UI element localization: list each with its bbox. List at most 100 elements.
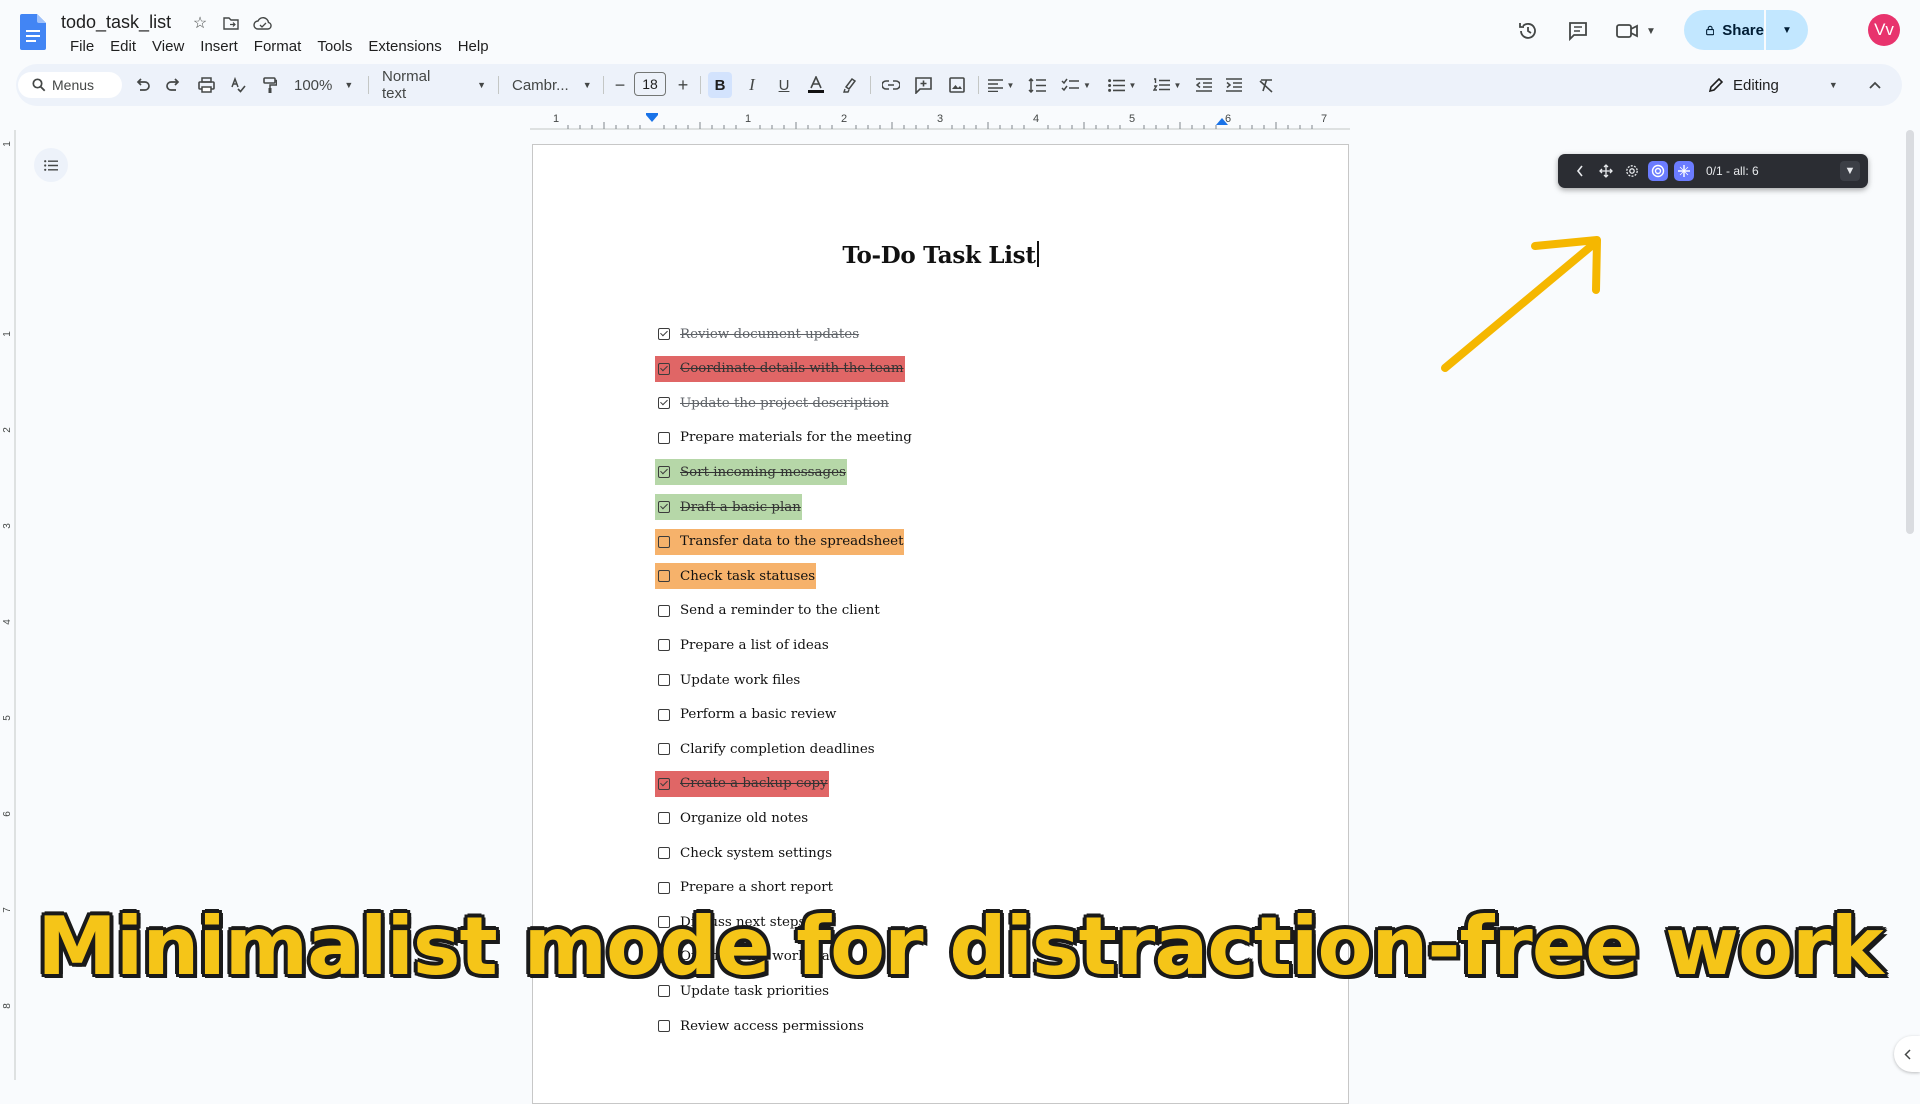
menu-tools[interactable]: Tools [309,36,360,57]
version-history-icon[interactable] [1513,16,1543,46]
chevron-left-icon[interactable] [1570,161,1590,181]
checkbox-checked[interactable] [658,777,670,790]
task-item[interactable]: Organize old notes [655,805,809,831]
font-select[interactable]: Cambr... ▼ [512,72,592,98]
menu-bar: File Edit View Insert Format Tools Exten… [62,36,497,57]
task-item[interactable]: Review document updates [655,321,860,347]
bulleted-list-menu[interactable]: ▼ [1104,72,1140,98]
task-item[interactable]: Coordinate details with the team [655,355,905,382]
decrease-indent-icon[interactable] [1192,72,1216,98]
share-options-button[interactable]: ▼ [1766,25,1808,36]
move-icon[interactable] [1596,161,1616,181]
left-indent-marker[interactable] [646,115,658,122]
task-item[interactable]: Perform a basic review [655,702,837,728]
docs-logo-icon[interactable] [20,14,46,50]
checkbox-checked[interactable] [658,397,670,410]
align-menu[interactable]: ▼ [984,72,1018,98]
redo-icon[interactable] [162,72,184,98]
settings-gear-icon[interactable] [1622,161,1642,181]
share-button[interactable]: Share ▼ [1684,10,1808,50]
italic-icon[interactable]: I [740,72,764,98]
move-folder-icon[interactable] [221,13,241,33]
zoom-select[interactable]: 100% ▼ [294,72,358,98]
task-item[interactable]: Prepare a list of ideas [655,632,830,658]
task-item[interactable]: Check system settings [655,840,833,866]
document-title[interactable]: todo_task_list [61,12,171,33]
menu-format[interactable]: Format [246,36,310,57]
task-item[interactable]: Update the project description [655,390,890,416]
vertical-scrollbar[interactable] [1906,130,1914,534]
spellcheck-icon[interactable] [226,72,250,98]
checkbox[interactable] [658,604,670,617]
menu-extensions[interactable]: Extensions [360,36,449,57]
underline-icon[interactable]: U [772,72,796,98]
increase-indent-icon[interactable] [1222,72,1246,98]
checkbox[interactable] [658,535,670,548]
increase-font-size-icon[interactable]: + [672,72,694,98]
insert-link-icon[interactable] [878,72,904,98]
checkbox[interactable] [658,639,670,652]
checkbox[interactable] [658,881,670,894]
insert-image-icon[interactable] [944,72,970,98]
menu-file[interactable]: File [62,36,102,57]
checkbox-checked[interactable] [658,466,670,479]
font-size-input[interactable]: 18 [634,72,666,96]
first-line-indent-marker[interactable] [646,113,658,115]
highlight-color-icon[interactable] [838,72,862,98]
side-panel-toggle[interactable] [1894,1036,1920,1072]
task-item[interactable]: Sort incoming messages [655,459,847,486]
editing-mode-select[interactable]: Editing ▼ [1708,72,1838,98]
menu-view[interactable]: View [144,36,192,57]
extension-dropdown-button[interactable]: ▼ [1840,161,1860,181]
bold-icon[interactable]: B [708,72,732,98]
cloud-saved-icon[interactable] [253,13,273,33]
task-item[interactable]: Review access permissions [655,1013,865,1039]
task-item[interactable]: Clarify completion deadlines [655,736,876,762]
meet-icon[interactable]: ▼ [1616,16,1662,46]
paragraph-style-select[interactable]: Normal text ▼ [382,68,486,102]
menu-insert[interactable]: Insert [192,36,246,57]
checkbox-checked[interactable] [658,362,670,375]
checkbox[interactable] [658,743,670,756]
task-item[interactable]: Create a backup copy [655,770,829,797]
menu-help[interactable]: Help [450,36,497,57]
comments-icon[interactable] [1563,16,1593,46]
checkbox[interactable] [658,1020,670,1032]
add-comment-icon[interactable] [910,72,936,98]
checkbox[interactable] [658,847,670,859]
hide-menus-chevron-up-icon[interactable] [1862,72,1888,98]
checkbox[interactable] [658,708,670,721]
checklist-menu[interactable]: ▼ [1058,72,1094,98]
checkbox-checked[interactable] [658,501,670,513]
undo-icon[interactable] [132,72,154,98]
star-icon[interactable]: ☆ [190,13,210,33]
task-item[interactable]: Send a reminder to the client [655,598,881,624]
task-item[interactable]: Transfer data to the spreadsheet [655,528,905,555]
line-spacing-icon[interactable] [1024,72,1050,98]
search-menus-input[interactable]: Menus [18,72,122,98]
clear-formatting-icon[interactable] [1254,72,1278,98]
checkbox[interactable] [658,431,670,444]
task-item[interactable]: Prepare materials for the meeting [655,425,913,451]
horizontal-ruler[interactable]: 1 1 2 3 4 5 6 7 [530,112,1350,130]
checkbox-checked[interactable] [658,328,670,340]
document-outline-button[interactable] [34,148,68,182]
focus-mode-icon[interactable] [1648,161,1668,181]
task-item[interactable]: Draft a basic plan [655,494,802,520]
checkbox[interactable] [658,674,670,686]
print-icon[interactable] [194,72,218,98]
task-item[interactable]: Prepare a short report [655,875,834,901]
share-main-button[interactable]: Share [1684,10,1766,50]
checkbox[interactable] [658,570,670,583]
text-color-icon[interactable] [804,72,828,98]
checkbox[interactable] [658,812,670,825]
menu-edit[interactable]: Edit [102,36,144,57]
sparkle-icon[interactable] [1674,161,1694,181]
avatar[interactable]: Vv [1868,14,1900,46]
decrease-font-size-icon[interactable]: − [610,72,630,98]
numbered-list-menu[interactable]: ▼ [1148,72,1186,98]
paint-format-icon[interactable] [258,72,282,98]
document-heading[interactable]: To-Do Task List [533,241,1348,269]
task-item[interactable]: Update work files [655,667,801,693]
task-item[interactable]: Check task statuses [655,563,817,590]
